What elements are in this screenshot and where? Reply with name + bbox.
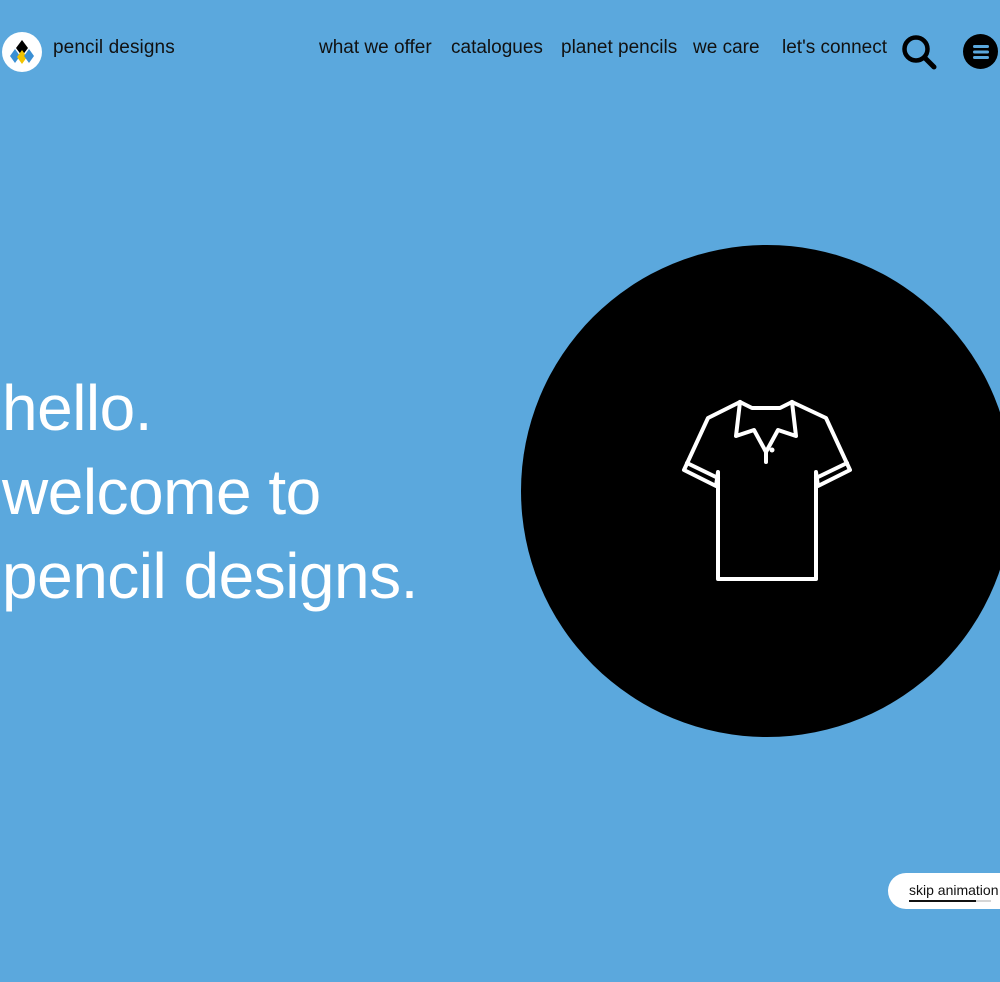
search-icon [902, 35, 937, 70]
nav-item-lets-connect[interactable]: let's connect [782, 37, 887, 59]
polo-shirt-icon [682, 400, 852, 581]
nav-item-planet-pencils[interactable]: planet pencils [561, 37, 677, 59]
menu-button[interactable] [963, 34, 998, 69]
logo[interactable] [2, 32, 42, 72]
hero-line-brand: pencil designs. [2, 540, 418, 612]
nav-item-catalogues[interactable]: catalogues [451, 37, 543, 59]
skip-animation-label: skip animation [909, 882, 999, 898]
search-button[interactable] [900, 33, 938, 71]
brand-name[interactable]: pencil designs [53, 37, 175, 59]
hero-line-hello: hello. [2, 372, 152, 444]
skip-animation-button[interactable]: skip animation [888, 873, 1000, 909]
hamburger-menu-icon [972, 44, 989, 59]
diamond-logo-icon [10, 40, 34, 64]
hero-line-welcome: welcome to [2, 456, 321, 528]
animation-progress-fill [909, 900, 977, 902]
nav-item-we-care[interactable]: we care [693, 37, 760, 59]
site-header: pencil designs what we offer catalogues … [0, 0, 1000, 100]
nav-item-what-we-offer[interactable]: what we offer [319, 37, 432, 59]
animation-progress-bar [909, 900, 991, 902]
hero-heading: hello. welcome to pencil designs. [2, 366, 418, 618]
